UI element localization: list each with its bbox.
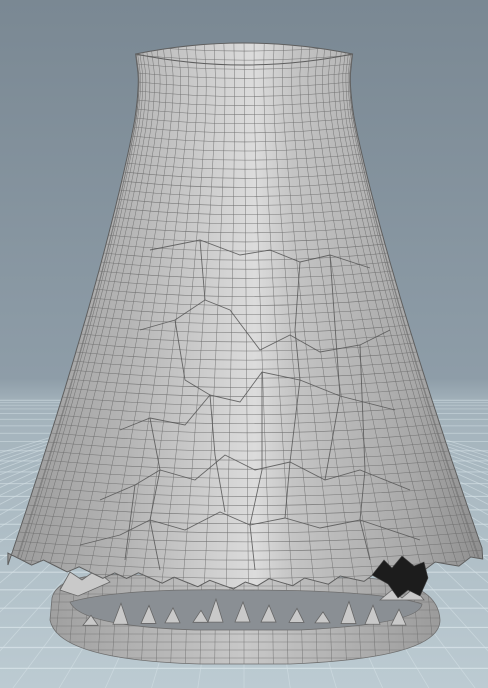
- viewport-canvas[interactable]: [0, 0, 488, 688]
- 3d-viewport[interactable]: [0, 0, 488, 688]
